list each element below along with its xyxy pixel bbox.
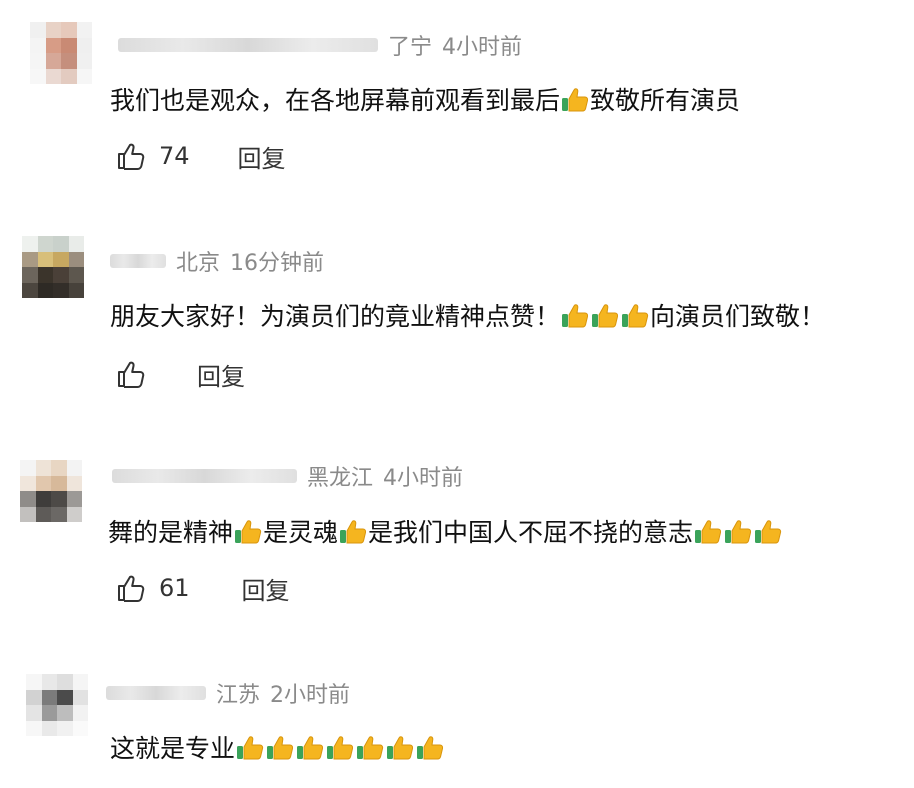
- thumbs-up-emoji: [338, 518, 368, 547]
- thumbs-up-emoji: [265, 734, 295, 763]
- thumbs-up-emoji: [753, 518, 783, 547]
- thumbs-up-emoji: [560, 302, 590, 331]
- comment-location: 黑龙江: [307, 466, 374, 491]
- username-blurred[interactable]: [112, 469, 297, 483]
- like-button[interactable]: [115, 358, 147, 390]
- reply-button[interactable]: 回复: [197, 357, 245, 392]
- comment-time: 4小时前: [442, 35, 523, 60]
- comment-text: 朋友大家好！为演员们的竟业精神点赞！ 向演员们致敬！: [110, 302, 826, 331]
- thumbs-up-emoji: [295, 734, 325, 763]
- username-blurred[interactable]: [110, 254, 166, 268]
- like-button[interactable]: 74: [115, 140, 190, 172]
- thumbs-up-emoji: [560, 86, 590, 115]
- username-blurred[interactable]: [106, 686, 206, 700]
- thumbs-up-emoji: [620, 302, 650, 331]
- thumbs-up-emoji: [723, 518, 753, 547]
- comment-location: 北京: [176, 251, 221, 276]
- thumbs-up-outline-icon: [118, 143, 145, 170]
- thumbs-up-emoji: [235, 734, 265, 763]
- thumbs-up-emoji: [415, 734, 445, 763]
- comment-text: 我们也是观众，在各地屏幕前观看到最后 致敬所有演员: [110, 86, 741, 115]
- avatar[interactable]: [20, 460, 82, 522]
- reply-button[interactable]: 回复: [242, 571, 290, 606]
- thumbs-up-outline-icon: [118, 575, 145, 602]
- thumbs-up-emoji: [355, 734, 385, 763]
- username-blurred[interactable]: [118, 38, 378, 52]
- comment-time: 16分钟前: [230, 251, 325, 276]
- thumbs-up-outline-icon: [118, 361, 145, 388]
- comment-text: 这就是专业: [110, 732, 445, 766]
- comment-text: 舞的是精神 是灵魂 是我们中国人不屈不挠的意志: [108, 516, 783, 550]
- thumbs-up-emoji: [693, 518, 723, 547]
- like-count: 61: [159, 574, 190, 602]
- reply-button[interactable]: 回复: [238, 139, 286, 174]
- like-count: 74: [159, 142, 190, 170]
- avatar[interactable]: [22, 236, 84, 298]
- comment-location: 了宁: [388, 35, 433, 60]
- comment-location: 江苏: [216, 683, 261, 708]
- thumbs-up-emoji: [590, 302, 620, 331]
- like-button[interactable]: 61: [115, 572, 190, 604]
- comment-time: 4小时前: [383, 466, 464, 491]
- comment-time: 2小时前: [270, 683, 351, 708]
- thumbs-up-emoji: [233, 518, 263, 547]
- thumbs-up-emoji: [325, 734, 355, 763]
- avatar[interactable]: [26, 674, 88, 736]
- thumbs-up-emoji: [385, 734, 415, 763]
- avatar[interactable]: [30, 22, 92, 84]
